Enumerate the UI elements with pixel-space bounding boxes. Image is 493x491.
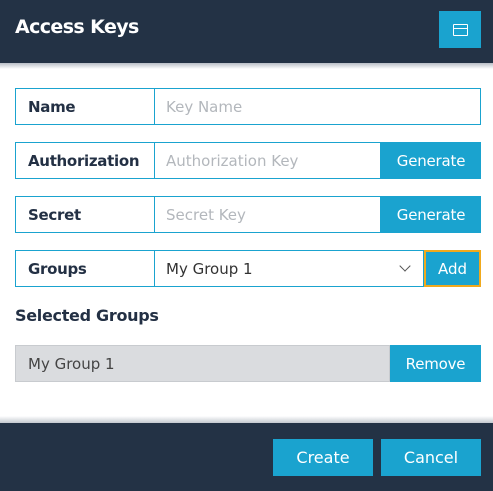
add-group-button[interactable]: Add — [424, 250, 481, 287]
window-toggle-button[interactable] — [439, 11, 481, 48]
selected-group-name: My Group 1 — [15, 345, 390, 382]
generate-authorization-button[interactable]: Generate — [381, 142, 481, 179]
dialog-header: Access Keys — [0, 0, 493, 63]
remove-group-button[interactable]: Remove — [390, 345, 481, 382]
groups-select[interactable]: My Group 1 — [155, 250, 424, 287]
footer-shadow — [0, 416, 493, 423]
authorization-row: Authorization Generate — [15, 142, 481, 179]
header-shadow — [0, 63, 493, 69]
key-name-input[interactable] — [155, 88, 481, 125]
secret-row: Secret Generate — [15, 196, 481, 233]
chevron-down-icon — [399, 260, 411, 272]
secret-label: Secret — [15, 196, 155, 233]
name-label: Name — [15, 88, 155, 125]
dialog-title: Access Keys — [15, 16, 139, 38]
selected-group-row: My Group 1 Remove — [15, 345, 481, 382]
create-button[interactable]: Create — [273, 439, 373, 476]
dialog-footer: Create Cancel — [0, 423, 493, 491]
groups-row: Groups My Group 1 Add — [15, 250, 481, 287]
authorization-key-input[interactable] — [155, 142, 381, 179]
groups-select-value: My Group 1 — [166, 259, 253, 278]
selected-groups-title: Selected Groups — [15, 306, 159, 325]
authorization-label: Authorization — [15, 142, 155, 179]
window-icon — [452, 23, 468, 36]
cancel-button[interactable]: Cancel — [381, 439, 481, 476]
groups-label: Groups — [15, 250, 155, 287]
generate-secret-button[interactable]: Generate — [381, 196, 481, 233]
name-row: Name — [15, 88, 481, 125]
secret-key-input[interactable] — [155, 196, 381, 233]
